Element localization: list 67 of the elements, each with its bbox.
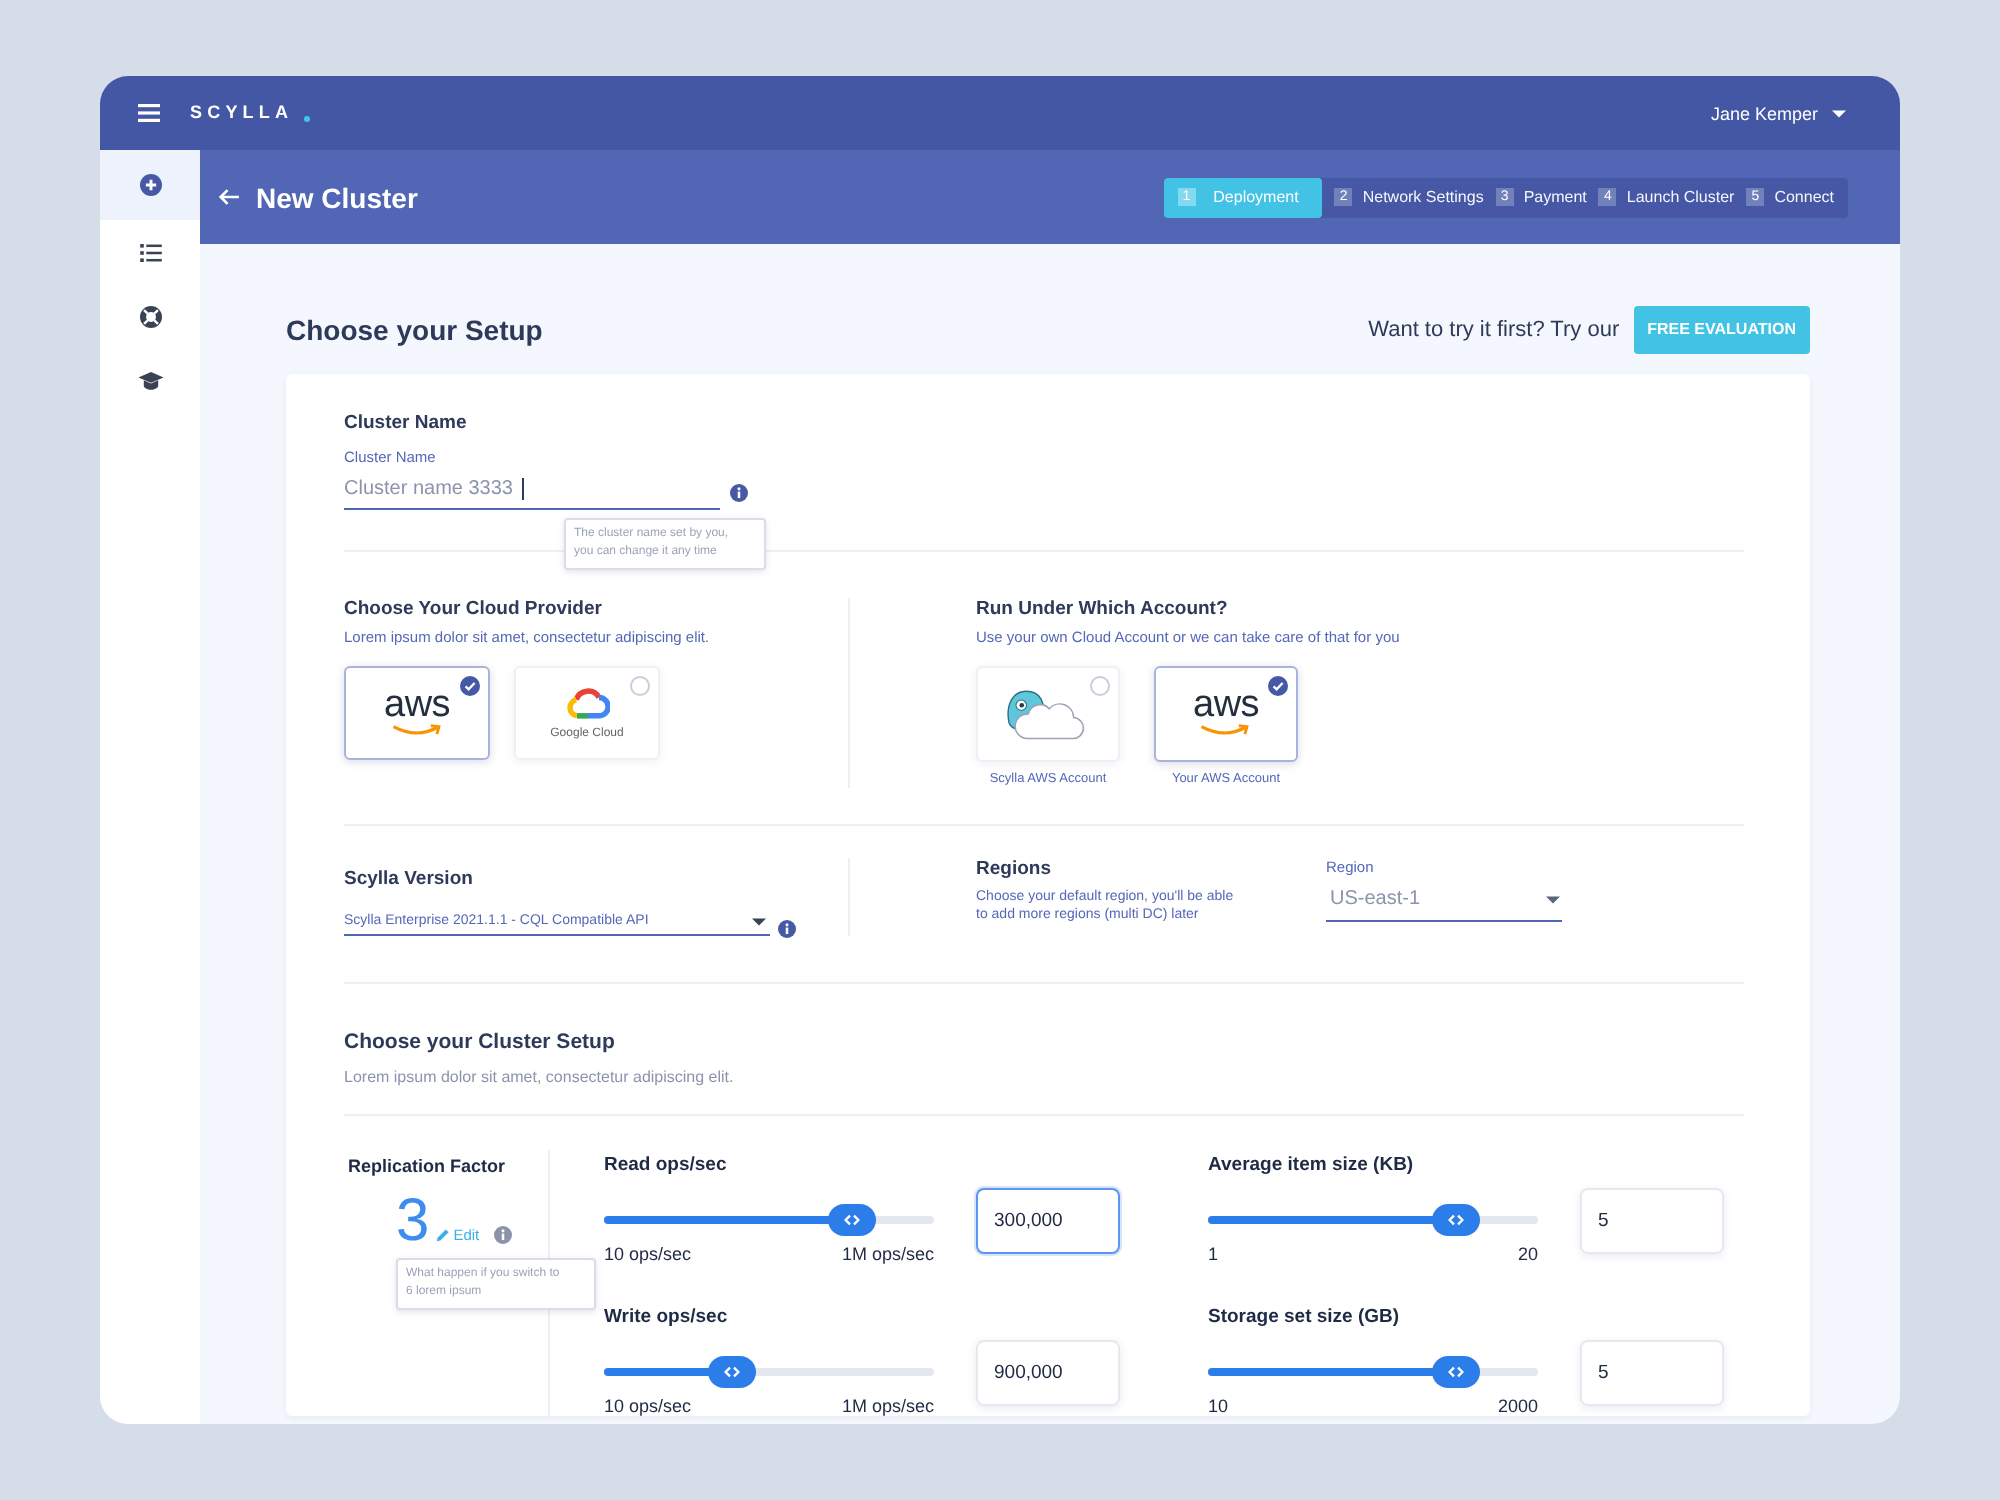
range-label: 1 (1208, 1246, 1219, 1264)
section-heading: Choose Your Cloud Provider (344, 598, 604, 622)
slider-thumb[interactable] (827, 1204, 876, 1236)
slider[interactable] (604, 1356, 934, 1388)
section-heading: Scylla Version (344, 868, 475, 892)
radio-icon (1090, 676, 1110, 696)
number-input[interactable]: 5 (1580, 1188, 1724, 1254)
replication-value: 3 (396, 1198, 430, 1246)
info-icon[interactable] (778, 920, 796, 938)
plus-circle-icon (139, 174, 161, 196)
sidebar-item[interactable] (100, 150, 200, 220)
range-label: 10 ops/sec (604, 1246, 692, 1264)
range-label: 2000 (1497, 1398, 1538, 1416)
slider-thumb[interactable] (1431, 1356, 1480, 1388)
info-icon[interactable] (493, 1226, 512, 1244)
page-title: New Cluster (256, 179, 418, 215)
menu-icon[interactable] (138, 104, 160, 122)
section-heading: Cluster Name (344, 412, 469, 436)
range-label: 1M ops/sec (841, 1398, 934, 1416)
section-description: Lorem ipsum dolor sit amet, consectetur adipiscing elit. (344, 1068, 736, 1088)
range-label: 20 (1517, 1246, 1538, 1264)
list-icon (139, 243, 161, 261)
caret-down-icon (752, 917, 766, 925)
option-card[interactable]: aws (344, 666, 490, 760)
range-label: 10 ops/sec (604, 1398, 692, 1416)
smile-arrow-icon (1198, 724, 1254, 738)
number-input[interactable]: 900,000 (976, 1340, 1120, 1406)
lifebuoy-icon (139, 305, 161, 327)
slider-thumb[interactable] (708, 1356, 757, 1388)
smile-arrow-icon (389, 723, 445, 737)
field-label: Replication Factor (346, 1154, 508, 1178)
range-label: 1M ops/sec (841, 1246, 934, 1264)
info-icon[interactable] (730, 484, 748, 502)
range-label: 10 (1208, 1398, 1229, 1416)
brand-logo: SCYLLA (190, 104, 294, 122)
slider-label: Storage set size (GB) (1208, 1306, 1402, 1330)
caret-down-icon (1546, 895, 1560, 903)
chevrons-icon (724, 1366, 741, 1378)
graduation-cap-icon (137, 371, 163, 389)
chevrons-icon (1447, 1366, 1464, 1378)
user-menu[interactable]: Jane Kemper (1710, 101, 1846, 125)
slider[interactable] (604, 1204, 934, 1236)
radio-icon (630, 676, 650, 696)
promo-text: Want to try it first? Try our (1368, 316, 1620, 344)
slider-label: Write ops/sec (604, 1306, 730, 1330)
slider-label: Read ops/sec (604, 1154, 729, 1178)
number-input[interactable]: 300,000 (976, 1188, 1120, 1254)
section-heading: Choose your Cluster Setup (344, 1030, 617, 1054)
section-heading: Regions (976, 858, 1053, 882)
slider-thumb[interactable] (1431, 1204, 1480, 1236)
option-card[interactable] (976, 666, 1120, 762)
back-arrow-icon[interactable] (218, 188, 240, 206)
pencil-icon (435, 1228, 450, 1242)
section-title: Choose your Setup (286, 312, 543, 348)
slider-label: Average item size (KB) (1208, 1154, 1416, 1178)
cloud-icon (565, 685, 609, 719)
chevrons-icon (1447, 1214, 1464, 1226)
number-input[interactable]: 5 (1580, 1340, 1724, 1406)
option-card[interactable]: aws (1154, 666, 1298, 762)
section-heading: Run Under Which Account? (976, 598, 1230, 622)
caret-down-icon (1832, 109, 1846, 117)
check-circle-icon (1268, 676, 1288, 696)
text-cursor (521, 477, 523, 499)
chevrons-icon (843, 1214, 860, 1226)
slider[interactable] (1208, 1204, 1538, 1236)
check-circle-icon (460, 676, 480, 696)
slider[interactable] (1208, 1356, 1538, 1388)
